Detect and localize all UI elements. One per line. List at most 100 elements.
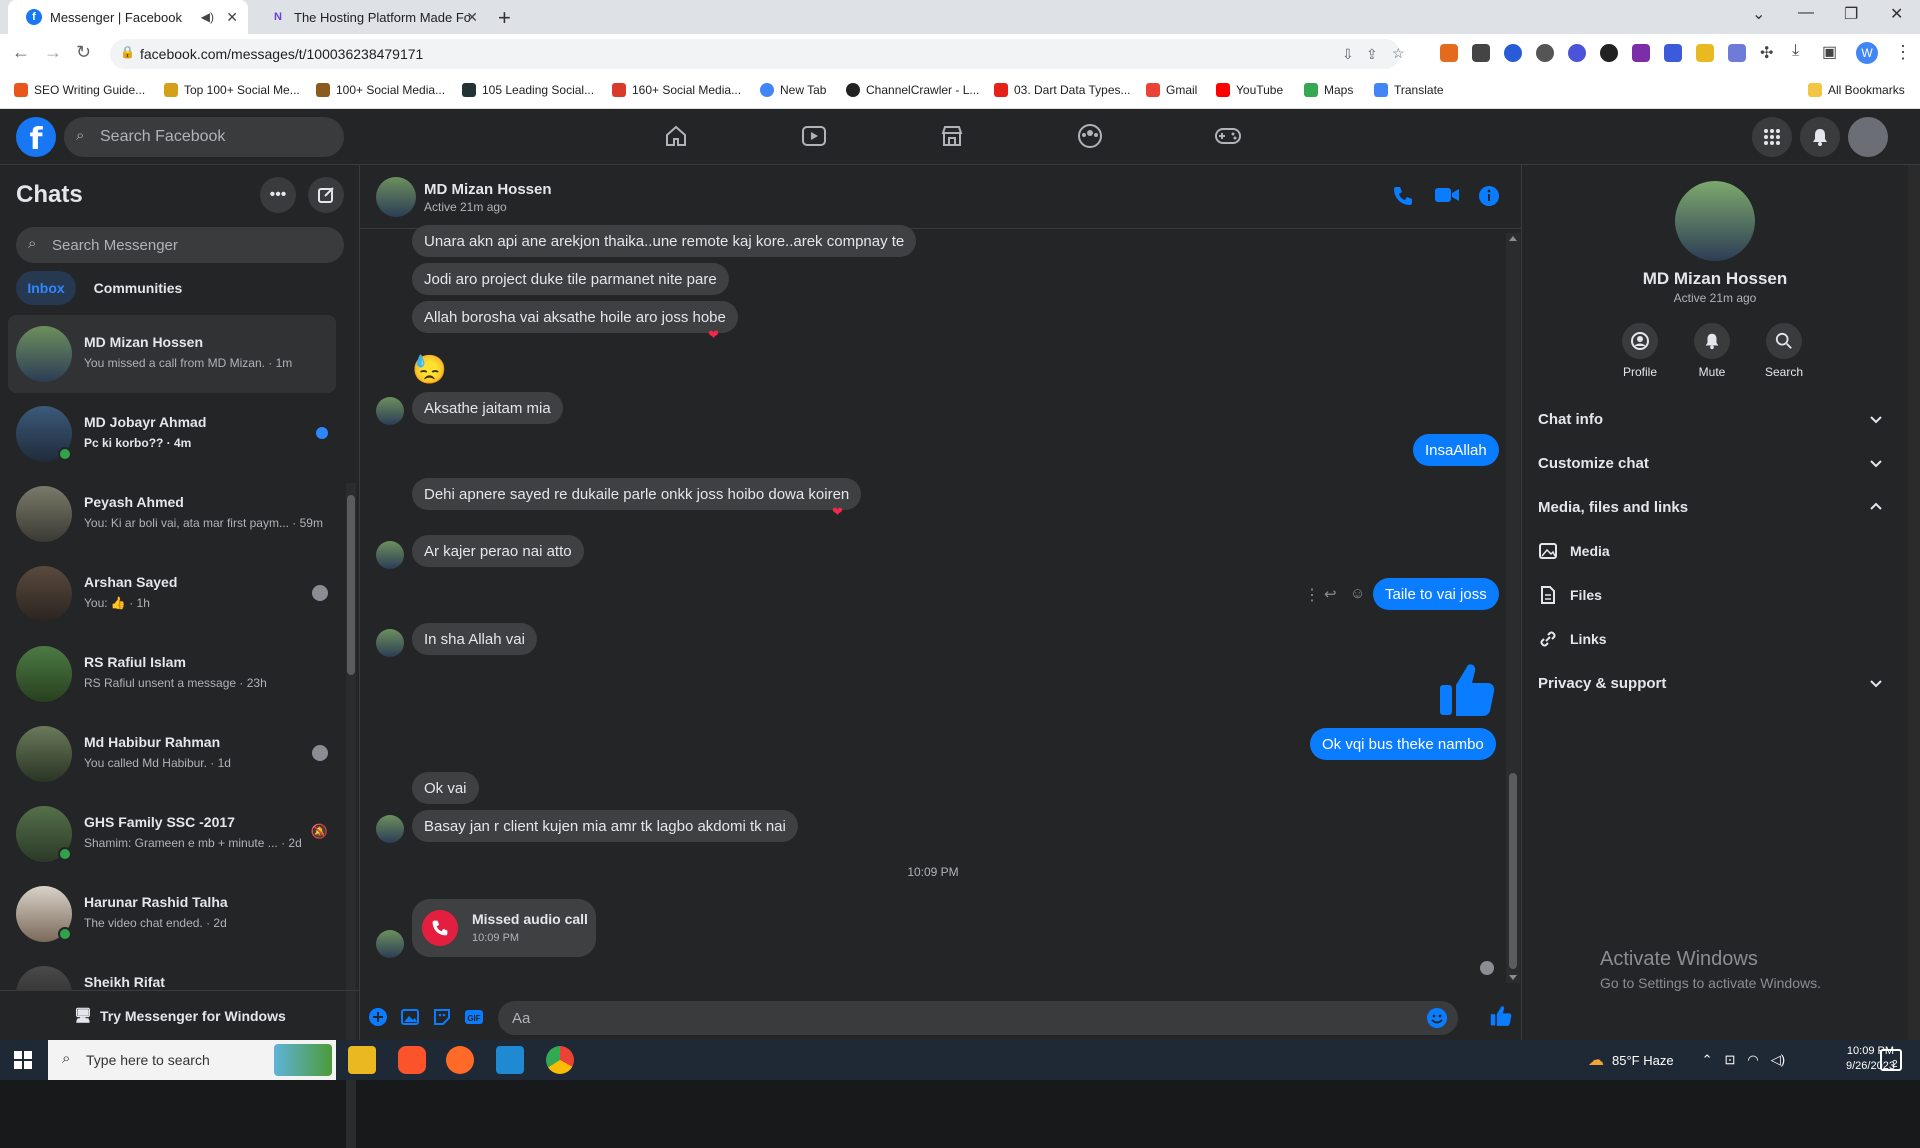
extension-m-icon[interactable]: [1472, 44, 1490, 62]
sticker-icon[interactable]: [432, 1007, 452, 1032]
close-tab-icon[interactable]: ✕: [466, 9, 478, 26]
bookmark-item[interactable]: New Tab: [760, 83, 826, 97]
messenger-search-input[interactable]: ⌕ Search Messenger: [16, 227, 344, 263]
links-item[interactable]: Links: [1538, 617, 1892, 661]
message-bubble[interactable]: Ar kajer perao nai atto: [412, 535, 584, 567]
notifications-bell-icon[interactable]: [1800, 117, 1840, 157]
privacy-support-section[interactable]: Privacy & support: [1538, 661, 1892, 705]
message-bubble[interactable]: Allah borosha vai aksathe hoile aro joss…: [412, 301, 738, 333]
tab-hosting[interactable]: N The Hosting Platform Made For ✕: [252, 0, 488, 34]
heart-reaction-icon[interactable]: ❤: [832, 504, 843, 520]
downloads-icon[interactable]: ⤓: [1792, 42, 1799, 60]
message-bubble[interactable]: Aksathe jaitam mia: [412, 392, 563, 424]
message-bubble[interactable]: Unara akn api ane arekjon thaika..une re…: [412, 225, 917, 257]
like-thumb-icon[interactable]: [1438, 661, 1496, 719]
media-files-links-section[interactable]: Media, files and links: [1538, 485, 1892, 529]
emoji-message[interactable]: 😓: [412, 353, 447, 386]
menu-grid-icon[interactable]: [1752, 117, 1792, 157]
conversation-info-icon[interactable]: [1478, 185, 1500, 212]
gaming-icon[interactable]: [1212, 119, 1244, 153]
reply-icon[interactable]: ↩: [1324, 585, 1337, 603]
facebook-logo-icon[interactable]: f: [16, 117, 56, 157]
bookmark-item[interactable]: Gmail: [1146, 83, 1197, 97]
tab-messenger[interactable]: f Messenger | Facebook ◀) ✕: [8, 0, 248, 34]
marketplace-icon[interactable]: [936, 119, 968, 153]
reload-icon[interactable]: ↻: [76, 42, 91, 63]
weather-text[interactable]: 85°F Haze: [1612, 1053, 1674, 1068]
extension-redir-icon[interactable]: [1664, 44, 1682, 62]
extension-face-icon[interactable]: [1536, 44, 1554, 62]
bookmark-star-icon[interactable]: ☆: [1392, 45, 1405, 62]
emoji-picker-icon[interactable]: [1426, 1007, 1448, 1033]
heart-reaction-icon[interactable]: ❤: [708, 327, 719, 343]
chat-list-item[interactable]: Harunar Rashid Talha The video chat ende…: [8, 875, 336, 953]
files-item[interactable]: Files: [1538, 573, 1892, 617]
back-icon[interactable]: ←: [12, 42, 30, 63]
network-device-icon[interactable]: ⊡: [1724, 1052, 1735, 1068]
home-icon[interactable]: [660, 119, 692, 153]
speaker-icon[interactable]: ◀): [201, 10, 214, 24]
windows-start-icon[interactable]: [14, 1051, 32, 1074]
chat-list-item[interactable]: GHS Family SSC -2017 Shamim: Grameen e m…: [8, 795, 336, 873]
message-bubble[interactable]: Ok vqi bus theke nambo: [1310, 728, 1496, 760]
message-bubble[interactable]: In sha Allah vai: [412, 623, 537, 655]
bookmark-item[interactable]: Top 100+ Social Me...: [164, 83, 300, 97]
mute-button[interactable]: Mute: [1682, 323, 1742, 379]
close-tab-icon[interactable]: ✕: [226, 9, 238, 26]
avatar[interactable]: [1675, 181, 1755, 261]
message-bubble[interactable]: Jodi aro project duke tile parmanet nite…: [412, 263, 729, 295]
window-close-icon[interactable]: ✕: [1890, 4, 1903, 24]
chat-list-item[interactable]: MD Jobayr Ahmad Pc ki korbo?? · 4m: [8, 395, 336, 473]
extension-u-icon[interactable]: [1440, 44, 1458, 62]
profile-button[interactable]: Profile: [1610, 323, 1670, 379]
message-input[interactable]: Aa: [498, 1001, 1458, 1035]
bookmark-item[interactable]: 160+ Social Media...: [612, 83, 741, 97]
chat-list-item[interactable]: RS Rafiul Islam RS Rafiul unsent a messa…: [8, 635, 336, 713]
bookmark-item[interactable]: Translate: [1374, 83, 1444, 97]
message-bubble[interactable]: Ok vai: [412, 772, 479, 804]
chrome-menu-icon[interactable]: ⋮: [1894, 42, 1912, 63]
volume-icon[interactable]: ◁): [1771, 1052, 1785, 1068]
bookmark-item[interactable]: 03. Dart Data Types...: [994, 83, 1131, 97]
chat-list-item[interactable]: Sheikh Rifat: [8, 955, 336, 991]
avatar[interactable]: [376, 177, 416, 217]
tray-chevron-icon[interactable]: ⌃: [1702, 1052, 1713, 1068]
bookmark-item[interactable]: 105 Leading Social...: [462, 83, 594, 97]
video-call-icon[interactable]: [1434, 185, 1460, 210]
more-actions-plus-icon[interactable]: [368, 1007, 388, 1032]
chat-info-section[interactable]: Chat info: [1538, 397, 1892, 441]
extension-translate-icon[interactable]: [1728, 44, 1746, 62]
media-item[interactable]: Media: [1538, 529, 1892, 573]
all-bookmarks[interactable]: All Bookmarks: [1808, 83, 1905, 97]
send-like-icon[interactable]: [1490, 1005, 1512, 1032]
file-explorer-icon[interactable]: [348, 1046, 376, 1074]
profile-avatar[interactable]: W: [1856, 42, 1878, 64]
taskbar-search-input[interactable]: ⌕ Type here to search: [48, 1040, 336, 1080]
chat-list-item[interactable]: Md Habibur Rahman You called Md Habibur.…: [8, 715, 336, 793]
install-icon[interactable]: ⇩: [1342, 46, 1354, 63]
brave-browser-icon[interactable]: [398, 1046, 426, 1074]
lock-icon[interactable]: 🔒: [120, 45, 135, 59]
contact-name[interactable]: MD Mizan Hossen: [424, 181, 552, 198]
extension-circle-icon[interactable]: [1568, 44, 1586, 62]
search-conversation-button[interactable]: Search: [1754, 323, 1814, 379]
restore-icon[interactable]: ❐: [1844, 4, 1858, 24]
message-bubble[interactable]: Basay jan r client kujen mia amr tk lagb…: [412, 810, 798, 842]
react-smiley-icon[interactable]: ☺: [1350, 585, 1365, 602]
extension-k-icon[interactable]: [1600, 44, 1618, 62]
new-tab-icon[interactable]: +: [498, 5, 511, 31]
tab-communities[interactable]: Communities: [84, 271, 192, 305]
wifi-icon[interactable]: ◠: [1747, 1052, 1758, 1068]
gif-icon[interactable]: GIF: [464, 1007, 484, 1032]
minimize-icon[interactable]: —: [1798, 4, 1814, 22]
message-bubble[interactable]: Taile to vai joss: [1373, 578, 1499, 610]
try-messenger-button[interactable]: 🖥 Try Messenger for Windows: [0, 990, 360, 1040]
extensions-puzzle-icon[interactable]: ✣: [1760, 43, 1773, 63]
messages-scrollbar[interactable]: [1506, 233, 1520, 983]
notification-center-icon[interactable]: 2: [1880, 1049, 1902, 1071]
more-actions-icon[interactable]: ⋮: [1304, 585, 1320, 605]
message-bubble[interactable]: InsaAllah: [1413, 434, 1499, 466]
bookmark-item[interactable]: YouTube: [1216, 83, 1283, 97]
chat-list-item[interactable]: MD Mizan Hossen You missed a call from M…: [8, 315, 336, 393]
side-panel-icon[interactable]: ▣: [1822, 42, 1837, 62]
